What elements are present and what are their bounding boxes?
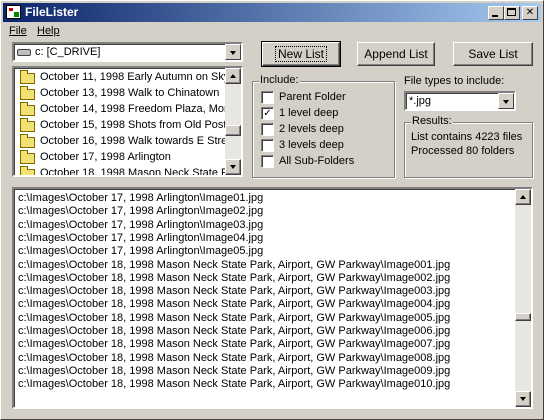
file-scroll-thumb[interactable] — [515, 313, 531, 321]
folder-list-item[interactable]: October 16, 1998 Walk towards E Stree — [14, 134, 241, 150]
folder-name: October 18, 1998 Mason Neck State P — [40, 167, 229, 177]
include-option-label: 3 levels deep — [279, 139, 344, 151]
results-group-title: Results: — [411, 115, 453, 127]
folder-list[interactable]: October 11, 1998 Early Autumn on Skyl Oct… — [12, 66, 243, 177]
folder-icon — [20, 86, 35, 100]
save-list-label: Save List — [468, 47, 518, 61]
drive-select-value: c: [C_DRIVE] — [35, 46, 101, 58]
checkbox-unchecked[interactable] — [261, 155, 274, 168]
folder-list-item[interactable]: October 18, 1998 Mason Neck State P — [14, 166, 241, 177]
include-option-label: 1 level deep — [279, 107, 339, 119]
folder-list-item[interactable]: October 13, 1998 Walk to Chinatown — [14, 86, 241, 102]
menu-help[interactable]: Help — [37, 25, 60, 37]
folder-name: October 17, 1998 Arlington — [40, 151, 171, 163]
file-list-line: c:\Images\October 18, 1998 Mason Neck St… — [18, 351, 451, 364]
file-types-select[interactable]: *.jpg — [404, 91, 516, 111]
file-list-line: c:\Images\October 18, 1998 Mason Neck St… — [18, 378, 451, 391]
file-list-line: c:\Images\October 17, 1998 Arlington\Ima… — [18, 245, 264, 258]
drive-select-arrow[interactable] — [225, 44, 241, 60]
file-list-line: c:\Images\October 17, 1998 Arlington\Ima… — [18, 205, 264, 218]
folder-icon — [20, 166, 35, 175]
new-list-label: New List — [274, 46, 327, 62]
folder-list-scrollbar[interactable] — [225, 68, 241, 175]
append-list-label: Append List — [364, 47, 428, 61]
include-option-label: All Sub-Folders — [279, 155, 355, 167]
file-types-value: *.jpg — [409, 95, 432, 107]
folder-icon — [20, 70, 35, 84]
checkbox-unchecked[interactable] — [261, 91, 274, 104]
file-scroll-down-button[interactable] — [515, 391, 531, 407]
folder-scroll-down-button[interactable] — [225, 159, 241, 175]
drive-icon — [17, 49, 31, 56]
file-list[interactable]: c:\Images\October 17, 1998 Arlington\Ima… — [12, 187, 533, 409]
file-list-line: c:\Images\October 18, 1998 Mason Neck St… — [18, 338, 451, 351]
folder-name: October 16, 1998 Walk towards E Stree — [40, 135, 234, 147]
menu-help-label: Help — [37, 25, 60, 37]
results-file-count: List contains 4223 files — [411, 131, 523, 143]
file-list-line: c:\Images\October 17, 1998 Arlington\Ima… — [18, 192, 264, 204]
app-icon[interactable] — [6, 5, 21, 19]
save-list-button[interactable]: Save List — [453, 42, 533, 66]
folder-name: October 15, 1998 Shots from Old Post O — [40, 119, 239, 131]
filelister-window: FileLister ✕ File Help c: [C_DRIVE] Octo… — [0, 0, 544, 420]
close-icon: ✕ — [525, 7, 535, 18]
file-list-line: c:\Images\October 17, 1998 Arlington\Ima… — [18, 218, 264, 231]
maximize-button[interactable] — [504, 6, 520, 20]
file-list-scrollbar[interactable] — [515, 189, 531, 407]
folder-list-item[interactable]: October 11, 1998 Early Autumn on Skyl — [14, 70, 241, 86]
append-list-button[interactable]: Append List — [357, 42, 435, 66]
folder-list-item[interactable]: October 15, 1998 Shots from Old Post O — [14, 118, 241, 134]
include-group-title: Include: — [259, 74, 300, 86]
folder-icon — [20, 150, 35, 164]
title-bar[interactable]: FileLister ✕ — [3, 3, 541, 22]
file-list-line: c:\Images\October 18, 1998 Mason Neck St… — [18, 311, 451, 324]
folder-name: October 11, 1998 Early Autumn on Skyl — [40, 71, 232, 83]
minimize-icon — [492, 15, 498, 17]
menu-file-label: File — [9, 25, 27, 37]
file-list-line: c:\Images\October 18, 1998 Mason Neck St… — [18, 271, 451, 284]
file-list-line: c:\Images\October 18, 1998 Mason Neck St… — [18, 325, 451, 337]
include-option-label: 2 levels deep — [279, 123, 344, 135]
maximize-icon — [507, 8, 516, 16]
file-list-line: c:\Images\October 18, 1998 Mason Neck St… — [18, 258, 451, 271]
folder-icon — [20, 102, 35, 116]
drive-select[interactable]: c: [C_DRIVE] — [12, 42, 243, 62]
new-list-button[interactable]: New List — [261, 41, 341, 67]
folder-icon — [20, 134, 35, 148]
menu-bar: File Help — [3, 23, 541, 41]
checkbox-unchecked[interactable] — [261, 139, 274, 152]
include-option-label: Parent Folder — [279, 91, 346, 103]
folder-name: October 13, 1998 Walk to Chinatown — [40, 87, 220, 99]
results-folder-count: Processed 80 folders — [411, 145, 515, 157]
results-group: Results: List contains 4223 files Proces… — [404, 115, 533, 178]
folder-list-item[interactable]: October 14, 1998 Freedom Plaza, Monu — [14, 102, 241, 118]
file-scroll-up-button[interactable] — [515, 189, 531, 205]
folder-scroll-up-button[interactable] — [225, 68, 241, 84]
file-types-arrow[interactable] — [498, 93, 514, 109]
window-title: FileLister — [25, 5, 79, 19]
file-list-line: c:\Images\October 18, 1998 Mason Neck St… — [18, 364, 451, 377]
folder-list-item[interactable]: October 17, 1998 Arlington — [14, 150, 241, 166]
folder-scroll-thumb[interactable] — [225, 125, 241, 136]
close-button[interactable]: ✕ — [522, 6, 538, 20]
file-list-line: c:\Images\October 18, 1998 Mason Neck St… — [18, 285, 451, 298]
minimize-button[interactable] — [488, 6, 504, 20]
file-types-label: File types to include: — [404, 75, 505, 87]
file-list-line: c:\Images\October 17, 1998 Arlington\Ima… — [18, 231, 264, 244]
include-group: Include: Parent Folder ✓ 1 level deep 2 lev… — [252, 74, 395, 178]
checkbox-unchecked[interactable] — [261, 123, 274, 136]
file-lines: c:\Images\October 17, 1998 Arlington\Ima… — [14, 189, 515, 407]
folder-name: October 14, 1998 Freedom Plaza, Monu — [40, 103, 237, 115]
folder-icon — [20, 118, 35, 132]
file-list-line: c:\Images\October 18, 1998 Mason Neck St… — [18, 298, 451, 311]
checkbox-checked[interactable]: ✓ — [261, 107, 274, 120]
menu-file[interactable]: File — [9, 25, 27, 37]
